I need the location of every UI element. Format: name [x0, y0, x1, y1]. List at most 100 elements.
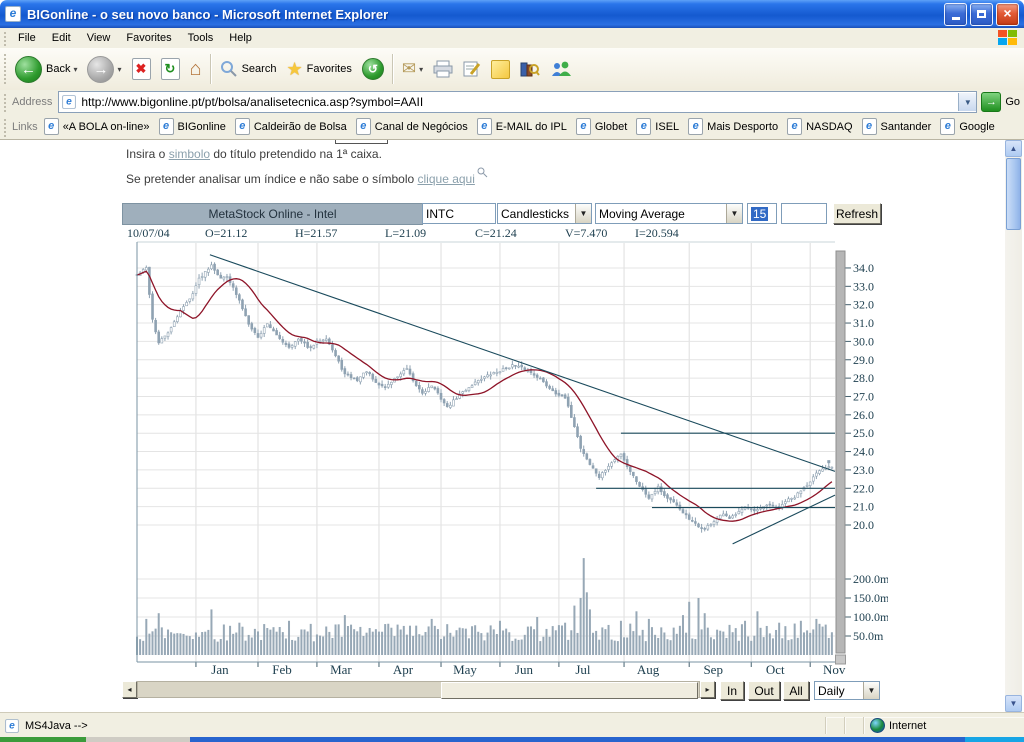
stop-button[interactable]: ✖: [127, 51, 156, 87]
maximize-button[interactable]: [970, 3, 993, 26]
zone-label: Internet: [889, 720, 926, 732]
links-bar-item[interactable]: eBIGonline: [159, 118, 226, 135]
start-button-edge[interactable]: [0, 737, 86, 742]
favorites-button[interactable]: ★ Favorites: [281, 51, 356, 87]
clique-aqui-link[interactable]: clique aqui: [418, 172, 475, 186]
links-bar-item[interactable]: eCanal de Negócios: [356, 118, 468, 135]
maximize-icon: [977, 10, 986, 18]
links-bar-item[interactable]: e«A BOLA on-line»: [44, 118, 150, 135]
svg-text:26.0: 26.0: [853, 408, 874, 422]
edit-icon: [463, 60, 481, 78]
back-label: Back: [46, 63, 70, 75]
link-label: E-MAIL do IPL: [496, 121, 567, 133]
go-button[interactable]: → Go: [981, 92, 1020, 112]
svg-text:27.0: 27.0: [853, 389, 874, 403]
system-tray-edge: [965, 737, 1024, 742]
links-bar-item[interactable]: eISEL: [636, 118, 679, 135]
scroll-right-icon[interactable]: ▸: [700, 681, 715, 698]
links-bar-grip[interactable]: [2, 117, 7, 137]
chart-style-select[interactable]: Candlesticks▼: [497, 203, 592, 224]
info-open: O=21.12: [205, 226, 247, 241]
mail-dropdown-icon[interactable]: ▾: [419, 65, 423, 74]
stop-icon: ✖: [132, 58, 151, 80]
menu-item-file[interactable]: File: [10, 30, 44, 46]
forward-button[interactable]: → ▾: [82, 51, 126, 87]
svg-text:Feb: Feb: [272, 662, 292, 677]
simbolo-link[interactable]: simbolo: [169, 147, 210, 161]
applet-title: MetaStock Online - Intel: [122, 203, 423, 225]
links-bar-item[interactable]: eGoogle: [940, 118, 994, 135]
zoom-out-button[interactable]: Out: [748, 681, 780, 700]
chart-bottom-controls: ◂ ▸ In Out All Daily▼: [122, 681, 888, 701]
menu-item-edit[interactable]: Edit: [44, 30, 79, 46]
link-label: Google: [959, 121, 994, 133]
research-button[interactable]: [515, 51, 545, 87]
price-volume-chart[interactable]: JanFebMarAprMayJunJulAugSepOctNov20.021.…: [122, 241, 888, 681]
scroll-down-icon[interactable]: ▼: [1005, 695, 1022, 712]
address-dropdown-icon[interactable]: ▼: [958, 93, 976, 111]
research-icon: [520, 60, 540, 78]
links-bar-item[interactable]: eCaldeirão de Bolsa: [235, 118, 347, 135]
scroll-up-icon[interactable]: ▲: [1005, 140, 1022, 157]
scroll-left-icon[interactable]: ◂: [122, 681, 137, 698]
messenger-button[interactable]: [545, 51, 577, 87]
home-button[interactable]: ⌂: [185, 51, 207, 87]
ie-app-icon: e: [5, 6, 21, 22]
period-dropdown-icon[interactable]: ▼: [863, 682, 879, 699]
link-ie-icon: e: [356, 118, 371, 135]
style-dropdown-icon[interactable]: ▼: [575, 204, 591, 223]
svg-text:Jun: Jun: [515, 662, 534, 677]
history-button[interactable]: ↺: [357, 51, 389, 87]
discuss-button[interactable]: [486, 51, 515, 87]
metastock-applet: MetaStock Online - Intel INTC Candlestic…: [122, 203, 888, 701]
address-bar-grip[interactable]: [2, 92, 7, 111]
print-button[interactable]: [428, 51, 458, 87]
back-dropdown-icon[interactable]: ▾: [73, 65, 77, 74]
zoom-all-button[interactable]: All: [783, 681, 809, 700]
links-bar-item[interactable]: eSantander: [862, 118, 932, 135]
indicator-dropdown-icon[interactable]: ▼: [726, 204, 742, 223]
links-bar-item[interactable]: eNASDAQ: [787, 118, 852, 135]
link-ie-icon: e: [44, 118, 59, 135]
page-scrollbar[interactable]: ▲ ▼: [1005, 140, 1022, 712]
info-volume: V=7.470: [565, 226, 607, 241]
refresh-button[interactable]: ↻: [156, 51, 185, 87]
page-scrollbar-thumb[interactable]: [1006, 158, 1021, 230]
links-bar-item[interactable]: eGlobet: [576, 118, 627, 135]
mail-button[interactable]: ✉ ▾: [397, 51, 428, 87]
security-zone-pane: Internet: [863, 717, 1024, 734]
indicator-param2-input[interactable]: [781, 203, 827, 224]
menu-item-view[interactable]: View: [79, 30, 119, 46]
window-title: BIGonline - o seu novo banco - Microsoft…: [27, 7, 941, 22]
links-bar-item[interactable]: eE-MAIL do IPL: [477, 118, 567, 135]
back-button[interactable]: ← Back ▾: [10, 51, 82, 87]
close-button[interactable]: ×: [996, 3, 1019, 26]
links-bar-item[interactable]: eMais Desporto: [688, 118, 778, 135]
taskbar-edge: [0, 737, 1024, 742]
indicator-param-input[interactable]: 15: [747, 203, 777, 224]
forward-dropdown-icon[interactable]: ▾: [117, 65, 121, 74]
address-input[interactable]: e http://www.bigonline.pt/pt/bolsa/anali…: [58, 91, 977, 113]
zoom-in-button[interactable]: In: [720, 681, 744, 700]
link-label: Mais Desporto: [707, 121, 778, 133]
info-indicator: I=20.594: [635, 226, 679, 241]
symbol-input[interactable]: INTC: [422, 203, 496, 224]
menu-item-help[interactable]: Help: [221, 30, 260, 46]
edit-button[interactable]: [458, 51, 486, 87]
period-select[interactable]: Daily▼: [814, 681, 880, 700]
menu-bar-grip[interactable]: [2, 30, 7, 46]
toolbar-grip[interactable]: [2, 52, 7, 86]
svg-text:150.0m: 150.0m: [853, 591, 888, 605]
minimize-button[interactable]: [944, 3, 967, 26]
print-icon: [433, 60, 453, 78]
menu-item-favorites[interactable]: Favorites: [118, 30, 179, 46]
svg-text:32.0: 32.0: [853, 298, 874, 312]
menu-item-tools[interactable]: Tools: [180, 30, 222, 46]
discuss-note-icon: [491, 60, 510, 79]
instruction-line-1: Insira o simbolo do título pretendido na…: [126, 147, 382, 161]
search-button[interactable]: Search: [215, 51, 282, 87]
indicator-select[interactable]: Moving Average▼: [595, 203, 743, 224]
chart-scrollbar-thumb[interactable]: [441, 682, 698, 699]
refresh-chart-button[interactable]: Refresh: [833, 203, 881, 224]
chart-scrollbar-track[interactable]: [137, 681, 700, 698]
